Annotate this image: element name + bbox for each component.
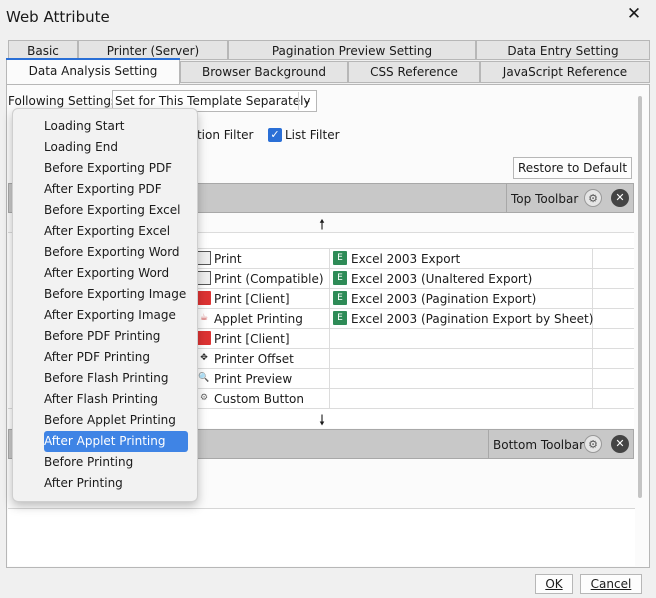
toolbar-item[interactable]: Custom Button <box>214 392 304 406</box>
restore-default-button[interactable]: Restore to Default <box>513 157 632 179</box>
toolbar-item[interactable]: Excel 2003 (Unaltered Export) <box>351 272 532 286</box>
scrollbar-thumb[interactable] <box>638 96 642 498</box>
settings-combo-value: Set for This Template Separately <box>115 94 311 108</box>
following-settings-label: Following Settings: <box>8 94 122 108</box>
java-icon: ☕ <box>199 313 209 323</box>
grid-line <box>190 288 634 289</box>
ok-label: OK <box>545 577 563 591</box>
toolbar-item[interactable]: Excel 2003 (Pagination Export by Sheet) <box>351 312 593 326</box>
gear-icon: ⚙ <box>199 393 209 403</box>
printer-icon <box>197 251 211 265</box>
close-circle-icon[interactable]: ✕ <box>611 189 629 207</box>
dropdown-item[interactable]: After Exporting Excel <box>44 221 188 242</box>
toolbar-item[interactable]: Applet Printing <box>214 312 303 326</box>
printer-icon <box>197 271 211 285</box>
dropdown-item-selected[interactable]: After Applet Printing <box>44 431 188 452</box>
dropdown-item[interactable]: After Exporting Image <box>44 305 188 326</box>
excel-icon: E <box>333 311 347 325</box>
excel-icon: E <box>333 251 347 265</box>
toolbar-item[interactable]: Print [Client] <box>214 292 290 306</box>
grid-line <box>190 308 634 309</box>
tab-javascript-reference[interactable]: JavaScript Reference <box>480 61 650 83</box>
list-filter-checkbox[interactable]: ✓ <box>268 128 282 142</box>
grid-line <box>190 348 634 349</box>
gear-icon[interactable]: ⚙ <box>584 189 602 207</box>
tab-basic[interactable]: Basic <box>8 40 78 60</box>
tab-pagination-preview-setting[interactable]: Pagination Preview Setting <box>228 40 476 60</box>
dropdown-item[interactable]: After Flash Printing <box>44 389 188 410</box>
ok-button[interactable]: OK <box>535 574 573 594</box>
toolbar-item[interactable]: Print (Compatible) <box>214 272 324 286</box>
tab-printer-server[interactable]: Printer (Server) <box>78 40 228 60</box>
tab-data-entry-setting[interactable]: Data Entry Setting <box>476 40 650 60</box>
dropdown-item[interactable]: Before Flash Printing <box>44 368 188 389</box>
toolbar-item[interactable]: Printer Offset <box>214 352 294 366</box>
grid-line <box>592 248 593 408</box>
close-circle-icon[interactable]: ✕ <box>611 435 629 453</box>
toolbar-divider <box>506 184 507 212</box>
dropdown-item[interactable]: Before Exporting Excel <box>44 200 188 221</box>
chevron-down-icon[interactable]: ⌄ <box>298 92 316 110</box>
grid-line <box>190 268 634 269</box>
grid-line <box>329 248 330 408</box>
arrow-down-icon[interactable]: 🠗 <box>314 410 330 429</box>
toolbar-item[interactable]: Print [Client] <box>214 332 290 346</box>
tab-css-reference[interactable]: CSS Reference <box>348 61 480 83</box>
dropdown-item[interactable]: After Printing <box>44 473 188 494</box>
dropdown-item[interactable]: After Exporting PDF <box>44 179 188 200</box>
pdf-icon <box>197 291 211 305</box>
dropdown-item[interactable]: After PDF Printing <box>44 347 188 368</box>
close-icon[interactable]: ✕ <box>624 4 644 24</box>
script-editor-area[interactable] <box>8 508 635 566</box>
magnifier-icon: 🔍 <box>198 373 210 383</box>
gear-icon[interactable]: ⚙ <box>584 435 602 453</box>
dropdown-item[interactable]: Before Exporting Word <box>44 242 188 263</box>
bottom-toolbar-label: Bottom Toolbar <box>493 438 585 452</box>
grid-line <box>190 248 634 249</box>
dropdown-item[interactable]: Before Exporting Image <box>44 284 188 305</box>
toolbar-item[interactable]: Print Preview <box>214 372 292 386</box>
dropdown-item[interactable]: Loading End <box>44 137 188 158</box>
tab-browser-background[interactable]: Browser Background <box>180 61 348 83</box>
window-title: Web Attribute <box>6 8 110 26</box>
excel-icon: E <box>333 291 347 305</box>
excel-icon: E <box>333 271 347 285</box>
toolbar-divider <box>488 430 489 458</box>
toolbar-item[interactable]: Excel 2003 Export <box>351 252 460 266</box>
dropdown-item[interactable]: After Exporting Word <box>44 263 188 284</box>
tab-data-analysis-setting[interactable]: Data Analysis Setting <box>6 58 180 84</box>
toolbar-item[interactable]: Excel 2003 (Pagination Export) <box>351 292 536 306</box>
move-icon: ✥ <box>200 353 208 363</box>
dropdown-item[interactable]: Before Applet Printing <box>44 410 188 431</box>
arrow-up-icon[interactable]: 🠕 <box>314 214 330 233</box>
grid-line <box>190 388 634 389</box>
list-filter-label: List Filter <box>285 128 340 142</box>
dropdown-item[interactable]: Before Exporting PDF <box>44 158 188 179</box>
dropdown-item[interactable]: Loading Start <box>44 116 188 137</box>
grid-line <box>190 368 634 369</box>
cancel-label: Cancel <box>590 577 632 591</box>
dropdown-item[interactable]: Before PDF Printing <box>44 326 188 347</box>
cancel-button[interactable]: Cancel <box>580 574 642 594</box>
dropdown-item[interactable]: Before Printing <box>44 452 188 473</box>
grid-line <box>190 328 634 329</box>
toolbar-item[interactable]: Print <box>214 252 242 266</box>
pdf-icon <box>197 331 211 345</box>
top-toolbar-label: Top Toolbar <box>511 192 579 206</box>
